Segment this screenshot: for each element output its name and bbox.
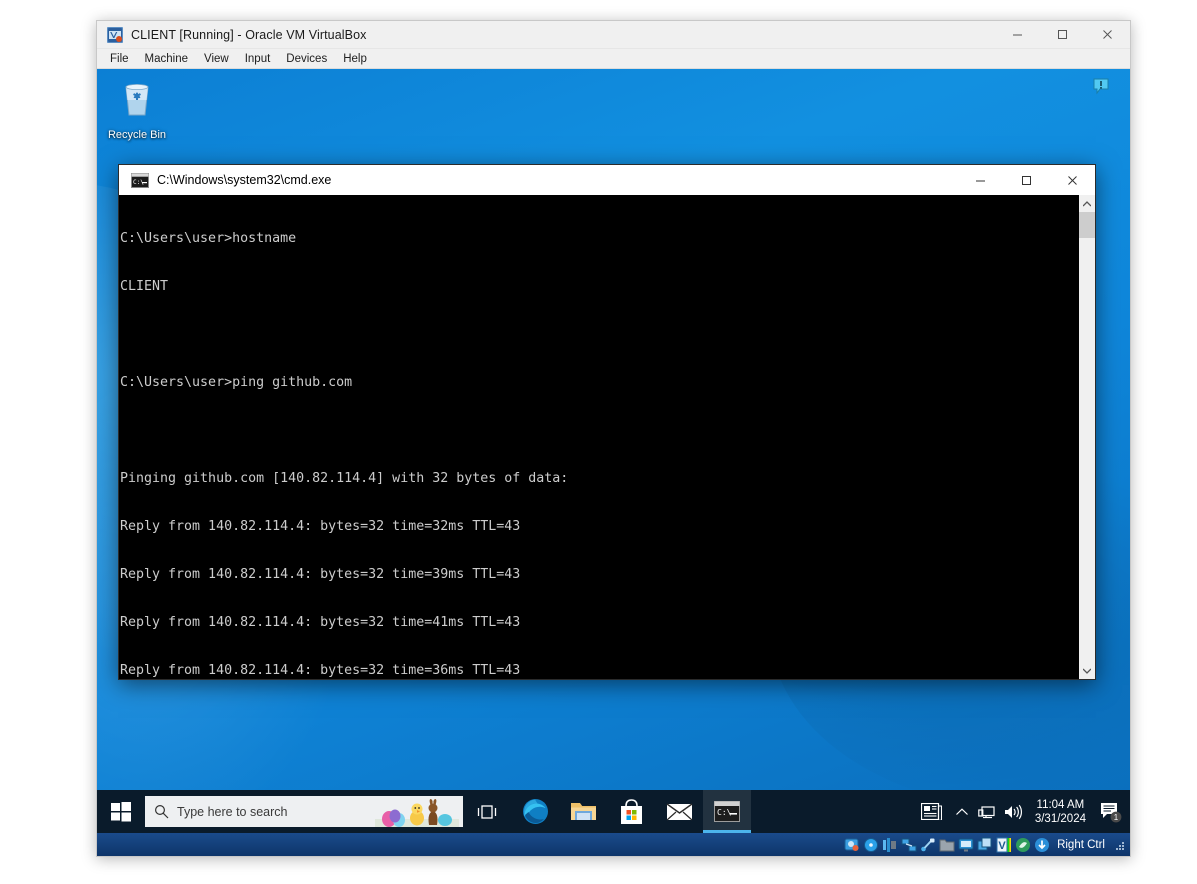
virtualbox-window-controls: [995, 21, 1130, 49]
virtualbox-icon: [107, 26, 123, 43]
network-icon: [978, 805, 995, 818]
file-explorer-icon: [570, 803, 596, 820]
vbox-close-button[interactable]: [1085, 21, 1130, 49]
action-center-icon: 1: [1101, 802, 1122, 822]
display-icon[interactable]: [958, 837, 974, 853]
start-button-icon: [111, 801, 131, 821]
recycle-bin-icon: [125, 84, 149, 116]
desktop-icon-recycle-bin[interactable]: Recycle Bin: [99, 77, 175, 142]
virtualization-icon[interactable]: V: [996, 837, 1012, 853]
console-line: Reply from 140.82.114.4: bytes=32 time=3…: [120, 567, 521, 582]
news-and-interests-icon: [921, 803, 943, 820]
cmd-title: C:\Windows\system32\cmd.exe: [157, 173, 332, 187]
microsoft-edge-icon: [522, 799, 548, 824]
microsoft-edge-button[interactable]: [511, 790, 559, 833]
usb-icon[interactable]: [920, 837, 936, 853]
scroll-down-icon[interactable]: [1078, 662, 1095, 679]
start-button[interactable]: [97, 790, 145, 833]
windows-taskbar: Type here to search C:\ 11:04 AM 3/31/20…: [97, 790, 1130, 833]
command-prompt-taskbar-button[interactable]: C:\: [703, 790, 751, 833]
news-and-interests-button[interactable]: [915, 790, 949, 833]
desktop-icon-label: Recycle Bin: [107, 129, 167, 141]
task-view-button[interactable]: [463, 790, 511, 833]
vbox-minimize-button[interactable]: [995, 21, 1040, 49]
taskbar-clock[interactable]: 11:04 AM 3/31/2024: [1027, 790, 1094, 833]
console-line: Pinging github.com [140.82.114.4] with 3…: [120, 471, 569, 486]
hard-disk-icon[interactable]: [844, 837, 860, 853]
clock-date: 3/31/2024: [1034, 812, 1086, 825]
virtualbox-title: CLIENT [Running] - Oracle VM VirtualBox: [131, 27, 367, 42]
volume-icon: [1005, 804, 1023, 819]
recording-icon[interactable]: [977, 837, 993, 853]
search-input[interactable]: Type here to search: [145, 796, 463, 827]
shared-folder-icon[interactable]: [939, 837, 955, 853]
menu-item-input[interactable]: Input: [237, 51, 279, 67]
audio-icon[interactable]: [882, 837, 898, 853]
menu-item-help[interactable]: Help: [335, 51, 375, 67]
mouse-capture-icon[interactable]: [1015, 837, 1031, 853]
search-placeholder: Type here to search: [177, 804, 288, 819]
menu-item-devices[interactable]: Devices: [278, 51, 335, 67]
optical-disk-icon[interactable]: [863, 837, 879, 853]
menu-item-file[interactable]: File: [102, 51, 137, 67]
cmd-titlebar[interactable]: C:\ C:\Windows\system32\cmd.exe: [119, 165, 1095, 195]
show-hidden-icons-button[interactable]: [949, 790, 975, 833]
svg-text:V: V: [998, 840, 1006, 852]
microsoft-store-icon: [620, 798, 642, 824]
easter-doodle-icon: [375, 799, 459, 827]
network-icon[interactable]: [901, 837, 917, 853]
vbox-maximize-button[interactable]: [1040, 21, 1085, 49]
cmd-maximize-button[interactable]: [1003, 165, 1049, 195]
console-line: Reply from 140.82.114.4: bytes=32 time=3…: [120, 519, 521, 534]
console-line: C:\Users\user>ping github.com: [120, 375, 353, 390]
file-explorer-button[interactable]: [559, 790, 607, 833]
menu-item-machine[interactable]: Machine: [137, 51, 196, 67]
console-line: C:\Users\user>hostname: [120, 231, 297, 246]
scrollbar-thumb[interactable]: [1078, 212, 1095, 238]
cmd-scrollbar[interactable]: [1078, 195, 1095, 679]
notification-alert-icon[interactable]: [1092, 77, 1110, 95]
scroll-up-icon[interactable]: [1078, 195, 1095, 212]
virtualbox-titlebar[interactable]: CLIENT [Running] - Oracle VM VirtualBox: [97, 21, 1130, 49]
virtualbox-menubar: File Machine View Input Devices Help: [97, 49, 1130, 69]
notification-count: 1: [1114, 813, 1119, 822]
command-prompt-icon: C:\: [714, 801, 740, 822]
host-key-label: Right Ctrl: [1057, 838, 1105, 851]
resize-grip-icon[interactable]: [1114, 839, 1126, 851]
menu-item-view[interactable]: View: [196, 51, 237, 67]
guest-desktop[interactable]: Recycle Bin M: [97, 69, 1130, 833]
keyboard-icon[interactable]: [1034, 837, 1050, 853]
virtualbox-statusbar: V Right Ctrl: [97, 833, 1130, 856]
task-view-icon: [477, 804, 497, 819]
command-prompt-window: C:\ C:\Windows\system32\cmd.exe C:\Users…: [118, 164, 1096, 680]
console-line: CLIENT: [120, 279, 169, 294]
cmd-console-output[interactable]: C:\Users\user>hostname CLIENT C:\Users\u…: [119, 195, 1078, 679]
microsoft-store-button[interactable]: [607, 790, 655, 833]
svg-text:C:\: C:\: [717, 808, 732, 817]
clock-time: 11:04 AM: [1036, 798, 1085, 811]
mail-button[interactable]: [655, 790, 703, 833]
chevron-up-icon: [955, 807, 968, 815]
console-line: Reply from 140.82.114.4: bytes=32 time=4…: [120, 615, 521, 630]
scrollbar-track[interactable]: [1078, 212, 1095, 662]
cmd-minimize-button[interactable]: [957, 165, 1003, 195]
volume-button[interactable]: [1001, 790, 1027, 833]
cmd-close-button[interactable]: [1049, 165, 1095, 195]
cmd-body: C:\Users\user>hostname CLIENT C:\Users\u…: [119, 195, 1095, 679]
cmd-icon: C:\: [131, 172, 149, 188]
console-line: Reply from 140.82.114.4: bytes=32 time=3…: [120, 663, 521, 678]
search-icon: [145, 804, 177, 819]
system-tray: 11:04 AM 3/31/2024 1: [915, 790, 1130, 833]
mail-icon: [666, 802, 692, 820]
cmd-window-controls: [957, 165, 1095, 195]
screenshot-root: CLIENT [Running] - Oracle VM VirtualBox …: [0, 0, 1197, 884]
network-button[interactable]: [975, 790, 1001, 833]
virtualbox-window: CLIENT [Running] - Oracle VM VirtualBox …: [96, 20, 1131, 857]
action-center-button[interactable]: 1: [1094, 790, 1128, 833]
